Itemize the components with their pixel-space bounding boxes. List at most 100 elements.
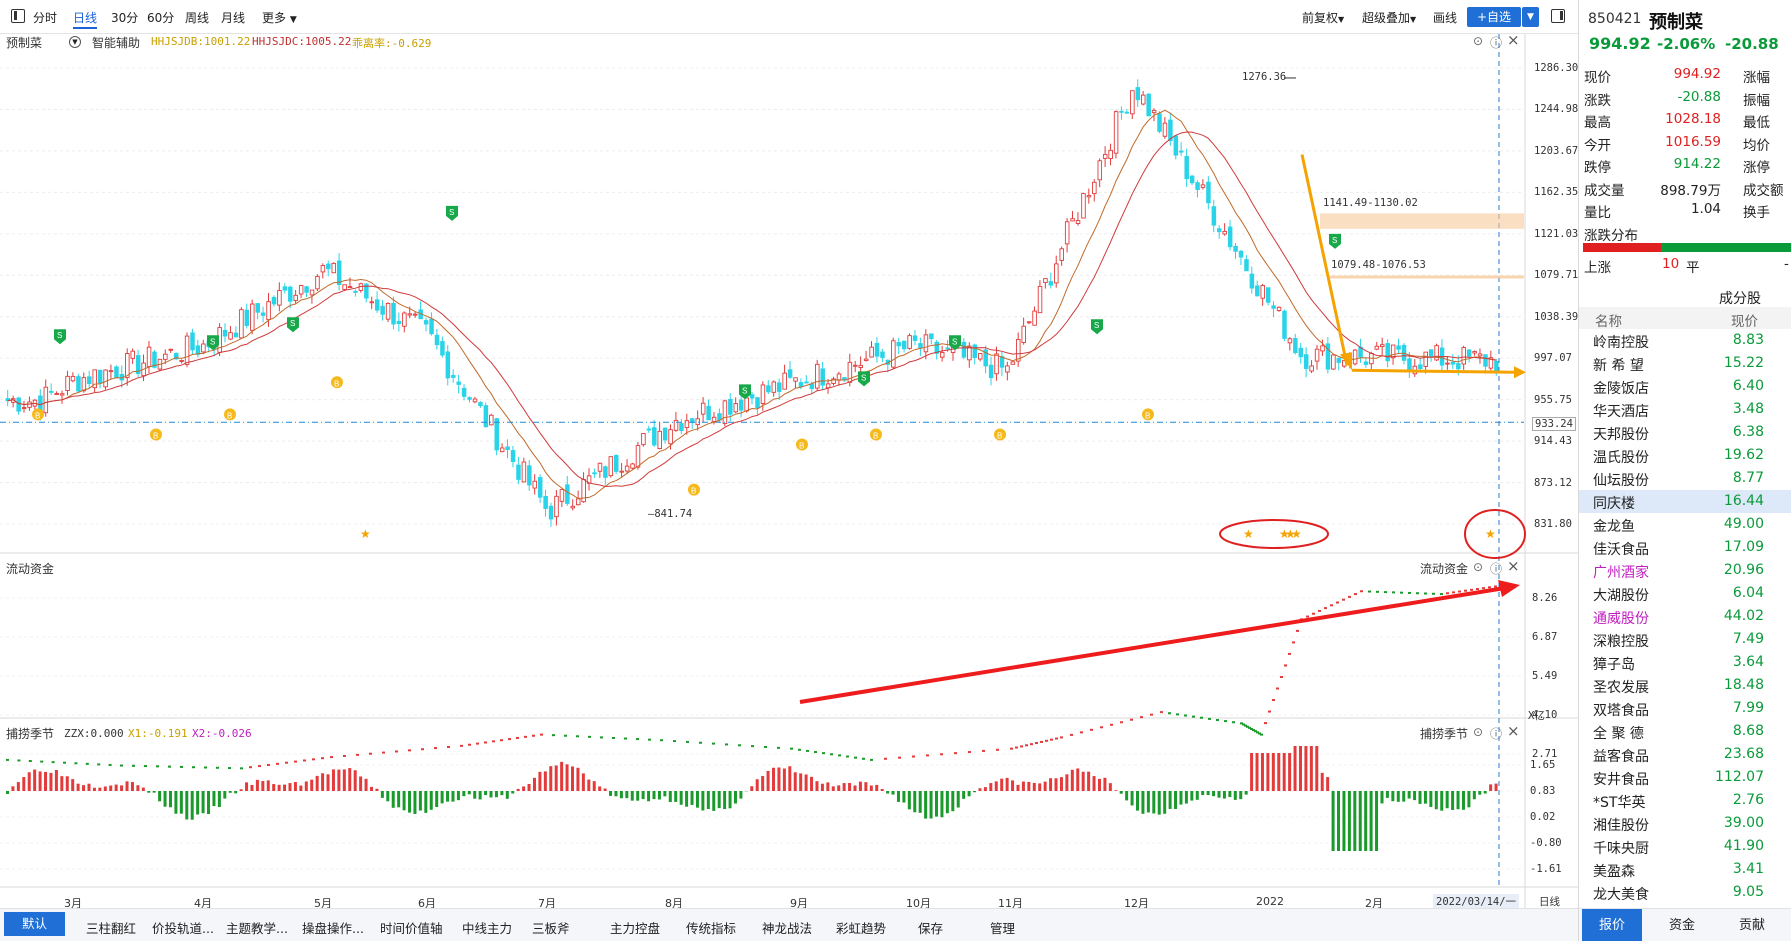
add-watchlist-button[interactable]: +自选 — [1467, 7, 1521, 27]
indicator-tab[interactable]: 三柱翻红 — [86, 918, 136, 937]
indicator-tab[interactable]: 保存 — [918, 918, 943, 937]
indicator-tab[interactable]: 操盘操作... — [302, 918, 364, 937]
constituent-row[interactable]: 安井食品 112.07 — [1579, 766, 1791, 789]
indicator-tab[interactable]: 三板斧 — [532, 918, 570, 937]
constituent-name: 天邦股份 — [1593, 427, 1649, 443]
indicator-tab[interactable]: 彩虹趋势 — [836, 918, 886, 937]
candle-body — [706, 405, 711, 421]
tab-more[interactable]: 更多 ▼ — [262, 9, 297, 26]
candle-body — [668, 429, 673, 445]
constituent-row[interactable]: 新 希 望 15.22 — [1579, 352, 1791, 375]
indicator-tab[interactable]: 价投轨道... — [152, 918, 214, 937]
constituent-row[interactable]: 美盈森 3.41 — [1579, 858, 1791, 881]
candle-body — [1130, 90, 1135, 115]
season-bar — [98, 787, 102, 791]
constituent-row[interactable]: 龙大美食 9.05 — [1579, 881, 1791, 904]
constituent-row[interactable]: 深粮控股 7.49 — [1579, 628, 1791, 651]
close-icon[interactable]: × — [1507, 557, 1520, 575]
tab-contribution[interactable]: 贡献 — [1722, 909, 1782, 941]
tab-daily[interactable]: 日线 — [73, 9, 98, 29]
constituent-row[interactable]: 通威股份 44.02 — [1579, 605, 1791, 628]
constituent-row[interactable]: 广州酒家 20.96 — [1579, 559, 1791, 582]
season-bar — [1293, 746, 1297, 791]
constituent-row[interactable]: 仙坛股份 8.77 — [1579, 467, 1791, 490]
season-bar — [592, 781, 596, 791]
season-bar — [723, 791, 727, 810]
constituent-row[interactable]: *ST华英 2.76 — [1579, 789, 1791, 812]
tab-funds[interactable]: 资金 — [1652, 909, 1712, 941]
settings-icon[interactable]: ⊙ — [1473, 34, 1483, 48]
settings-icon[interactable]: ⊙ — [1473, 560, 1483, 574]
adjust-dropdown[interactable]: 前复权▼ — [1302, 9, 1344, 26]
constituent-row[interactable]: 金龙鱼 49.00 — [1579, 513, 1791, 536]
season-bar — [462, 791, 466, 797]
help-icon[interactable]: ⓘ — [1490, 725, 1502, 742]
constituent-row[interactable]: 华天酒店 3.48 — [1579, 398, 1791, 421]
candle-body — [1108, 149, 1113, 159]
season-bar — [109, 785, 113, 791]
watchlist-dropdown-button[interactable]: ▼ — [1522, 7, 1539, 27]
col-name[interactable]: 名称 — [1595, 310, 1622, 330]
indicator-tab[interactable]: 时间价值轴 — [380, 918, 443, 937]
indicator-tab[interactable]: 神龙战法 — [762, 918, 812, 937]
indicator-tab[interactable]: 中线主力 — [462, 918, 512, 937]
tab-intraday[interactable]: 分时 — [33, 9, 57, 26]
chart-canvas[interactable]: BBBBBBB BBSSSSSSSSS★ ★ ★★★ ★ — [0, 34, 1578, 908]
help-icon[interactable]: ⓘ — [1490, 560, 1502, 577]
candle-body — [728, 399, 733, 415]
constituent-row[interactable]: 岭南控股 8.83 — [1579, 329, 1791, 352]
tab-30min[interactable]: 30分 — [111, 9, 138, 26]
flow-mark — [660, 739, 663, 742]
constituent-row[interactable]: 天邦股份 6.38 — [1579, 421, 1791, 444]
constituent-row[interactable]: 千味央厨 41.90 — [1579, 835, 1791, 858]
constituent-row[interactable]: 圣农发展 18.48 — [1579, 674, 1791, 697]
candle-body — [271, 296, 277, 305]
buy-signal-label: B — [997, 431, 1002, 440]
season-bar — [864, 782, 868, 791]
indicator-tab[interactable]: 主题教学... — [226, 918, 288, 937]
constituent-row[interactable]: 双塔食品 7.99 — [1579, 697, 1791, 720]
candle-body — [440, 341, 445, 356]
indicator-tab[interactable]: 管理 — [990, 918, 1015, 937]
flow-mark — [108, 763, 112, 766]
help-icon[interactable]: ⓘ — [1490, 34, 1502, 51]
panel-toggle-icon[interactable] — [1551, 9, 1565, 23]
indicator-tab[interactable]: 主力控盘 — [610, 918, 660, 937]
candle-body — [87, 376, 92, 385]
tab-monthly[interactable]: 月线 — [221, 9, 245, 26]
season-bar — [1483, 791, 1487, 794]
constituent-row[interactable]: 全 聚 德 8.68 — [1579, 720, 1791, 743]
smart-assist-label[interactable]: 智能辅助 — [92, 34, 140, 51]
close-icon[interactable]: × — [1507, 31, 1520, 49]
season-bar — [1136, 791, 1140, 811]
col-price[interactable]: 现价 — [1731, 310, 1758, 330]
settings-icon[interactable]: ⊙ — [1473, 725, 1483, 739]
draw-line-button[interactable]: 画线 — [1433, 9, 1457, 26]
tab-60min[interactable]: 60分 — [147, 9, 174, 26]
candle-body — [1472, 351, 1477, 354]
constituent-row[interactable]: 温氏股份 19.62 — [1579, 444, 1791, 467]
close-icon[interactable]: × — [1507, 722, 1520, 740]
indicator-tab[interactable]: 默认 — [4, 912, 66, 936]
constituent-row[interactable]: 獐子岛 3.64 — [1579, 651, 1791, 674]
assist-toggle-icon[interactable]: ▼ — [69, 36, 81, 48]
season-bar — [65, 776, 69, 791]
candle-body — [548, 505, 554, 520]
tab-quote[interactable]: 报价 — [1582, 909, 1642, 941]
tab-weekly[interactable]: 周线 — [185, 9, 209, 26]
layout-toggle-icon[interactable] — [11, 9, 25, 23]
season-bar — [1049, 778, 1053, 791]
candle-body — [385, 303, 391, 320]
candle-body — [635, 445, 641, 468]
constituent-row[interactable]: 佳沃食品 17.09 — [1579, 536, 1791, 559]
indicator-tab[interactable]: 传统指标 — [686, 918, 736, 937]
constituent-row[interactable]: 同庆楼 16.44 — [1579, 490, 1791, 513]
season-bar — [1337, 791, 1341, 851]
constituent-name: 岭南控股 — [1593, 335, 1649, 351]
constituent-row[interactable]: 大湖股份 6.04 — [1579, 582, 1791, 605]
constituent-row[interactable]: 金陵饭店 6.40 — [1579, 375, 1791, 398]
overlay-dropdown[interactable]: 超级叠加▼ — [1362, 9, 1416, 26]
constituent-row[interactable]: 湘佳股份 39.00 — [1579, 812, 1791, 835]
season-bar — [576, 767, 580, 791]
constituent-row[interactable]: 益客食品 23.68 — [1579, 743, 1791, 766]
